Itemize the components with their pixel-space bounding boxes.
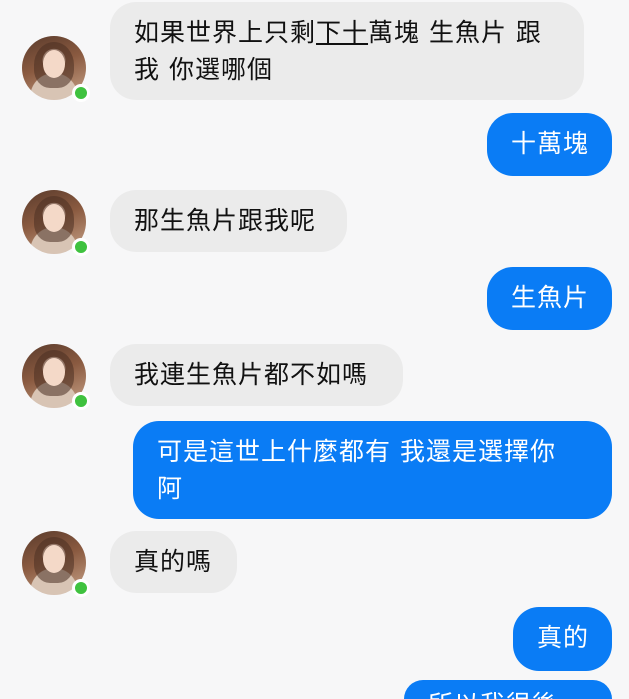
message-text-line: 阿 xyxy=(157,474,184,503)
contact-avatar[interactable] xyxy=(22,344,90,410)
avatar-face xyxy=(43,204,65,232)
contact-avatar[interactable] xyxy=(22,36,90,102)
avatar-face xyxy=(43,50,65,78)
outgoing-message-bubble[interactable]: 生魚片 xyxy=(487,267,612,330)
incoming-message-bubble[interactable]: 那生魚片跟我呢 xyxy=(110,190,347,252)
contact-avatar[interactable] xyxy=(22,190,90,256)
outgoing-message-bubble[interactable]: 真的 xyxy=(513,607,612,671)
online-status-icon xyxy=(72,238,90,256)
contact-avatar[interactable] xyxy=(22,531,90,597)
avatar-face xyxy=(43,545,65,573)
message-text-line: 我 你選哪個 xyxy=(134,55,273,84)
outgoing-message-bubble[interactable]: 可是這世上什麼都有 我還是選擇你 阿 xyxy=(133,421,612,519)
online-status-icon xyxy=(72,392,90,410)
message-text-underlined: 下十 xyxy=(316,18,369,47)
message-text-line: 如果世界上只剩下十萬塊 生魚片 跟 xyxy=(134,14,560,51)
online-status-icon xyxy=(72,84,90,102)
online-status-icon xyxy=(72,579,90,597)
outgoing-message-bubble[interactable]: 十萬塊 xyxy=(487,113,612,176)
incoming-message-bubble[interactable]: 真的嗎 xyxy=(110,531,237,593)
avatar-face xyxy=(43,358,65,386)
message-text: 如果世界上只剩 xyxy=(134,18,317,47)
incoming-message-bubble[interactable]: 我連生魚片都不如嗎 xyxy=(110,344,403,406)
incoming-message-bubble[interactable]: 如果世界上只剩下十萬塊 生魚片 跟 我 你選哪個 xyxy=(110,2,584,100)
outgoing-message-bubble[interactable]: 所以我很後... xyxy=(404,680,612,699)
message-text-line: 可是這世上什麼都有 我還是選擇你 xyxy=(157,437,556,466)
message-text: 萬塊 生魚片 跟 xyxy=(368,18,542,47)
